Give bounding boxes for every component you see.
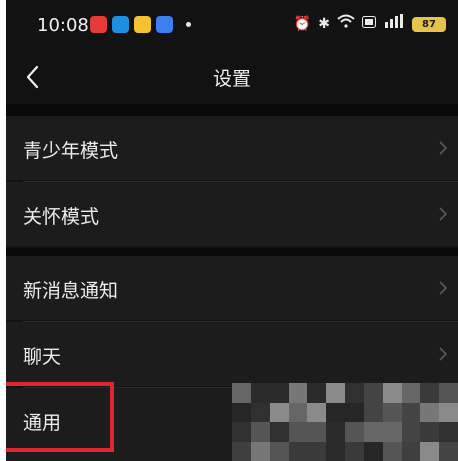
mosaic-cell [420,441,440,461]
mosaic-cell [326,422,345,442]
mosaic-cell [439,422,458,442]
status-bar: 10:08 ⏰ ✱ 87 [6,0,458,48]
hd-icon [362,14,376,34]
pixelated-overlay [232,383,458,461]
settings-item-chat[interactable]: 聊天 [6,322,458,386]
system-icons: ⏰ ✱ 87 [294,14,446,34]
settings-item-notifications[interactable]: 新消息通知 [6,256,458,320]
settings-item-label: 关怀模式 [23,206,100,228]
app-blue-icon [112,16,129,33]
section-gap [6,248,458,256]
mosaic-cell [401,422,421,442]
bluetooth-icon: ✱ [318,16,330,32]
mosaic-cell [363,441,383,461]
mosaic-cell [232,441,251,461]
mosaic-cell [269,441,289,461]
chevron-right-icon [438,346,448,362]
mosaic-cell [269,402,289,422]
mosaic-cell [382,422,402,442]
mosaic-cell [401,402,421,422]
mosaic-cell [345,422,364,442]
notification-icons [90,16,191,33]
mosaic-cell [401,441,421,461]
app-yellow-icon [134,16,151,33]
settings-item-label: 青少年模式 [23,140,119,162]
chevron-right-icon [438,206,448,222]
mosaic-cell [288,422,308,442]
mosaic-cell [250,402,270,422]
settings-item-care-mode[interactable]: 关怀模式 [6,182,458,246]
page-title: 设置 [212,68,251,90]
mosaic-cell [420,402,440,422]
settings-screen: 10:08 ⏰ ✱ 87 设置 青少年模式 关怀模式 新消息通知 聊天 通用 [6,0,458,461]
mosaic-cell [326,383,345,403]
mosaic-cell [345,441,364,461]
highlight-box [6,382,114,452]
mosaic-cell [439,402,458,422]
mosaic-cell [232,383,251,403]
mosaic-cell [307,441,327,461]
section-gap [6,104,458,116]
mosaic-cell [345,402,364,422]
signal-icon [383,14,405,34]
mosaic-cell [363,422,383,442]
mosaic-cell [250,441,270,461]
navigation-bar: 设置 [6,48,458,104]
mosaic-cell [250,383,270,403]
mosaic-cell [382,402,402,422]
mosaic-cell [307,402,327,422]
status-time: 10:08 [37,15,89,36]
mosaic-cell [269,422,289,442]
mosaic-cell [326,402,345,422]
mosaic-cell [382,383,402,403]
alarm-icon: ⏰ [293,16,312,32]
mosaic-cell [439,441,458,461]
mosaic-cell [250,422,270,442]
mosaic-cell [269,383,289,403]
chevron-right-icon [438,140,448,156]
battery-icon: 87 [412,16,446,32]
mosaic-cell [401,383,421,403]
more-notifications-icon [186,22,191,27]
app-mail-icon [156,16,173,33]
mosaic-cell [326,441,345,461]
settings-item-label: 新消息通知 [23,280,119,302]
mosaic-cell [307,383,327,403]
mosaic-cell [288,441,308,461]
mosaic-cell [382,441,402,461]
mosaic-cell [363,402,383,422]
mosaic-cell [363,383,383,403]
mosaic-cell [288,402,308,422]
mosaic-cell [232,422,251,442]
chevron-right-icon [438,280,448,296]
app-red-icon [90,16,107,33]
mosaic-cell [439,383,458,403]
mosaic-cell [288,383,308,403]
mosaic-cell [307,422,327,442]
mosaic-cell [420,383,440,403]
settings-item-label: 聊天 [23,346,62,368]
mosaic-cell [420,422,440,442]
mosaic-cell [345,383,364,403]
mosaic-cell [232,402,251,422]
wifi-icon [337,14,355,34]
settings-item-teen-mode[interactable]: 青少年模式 [6,116,458,180]
